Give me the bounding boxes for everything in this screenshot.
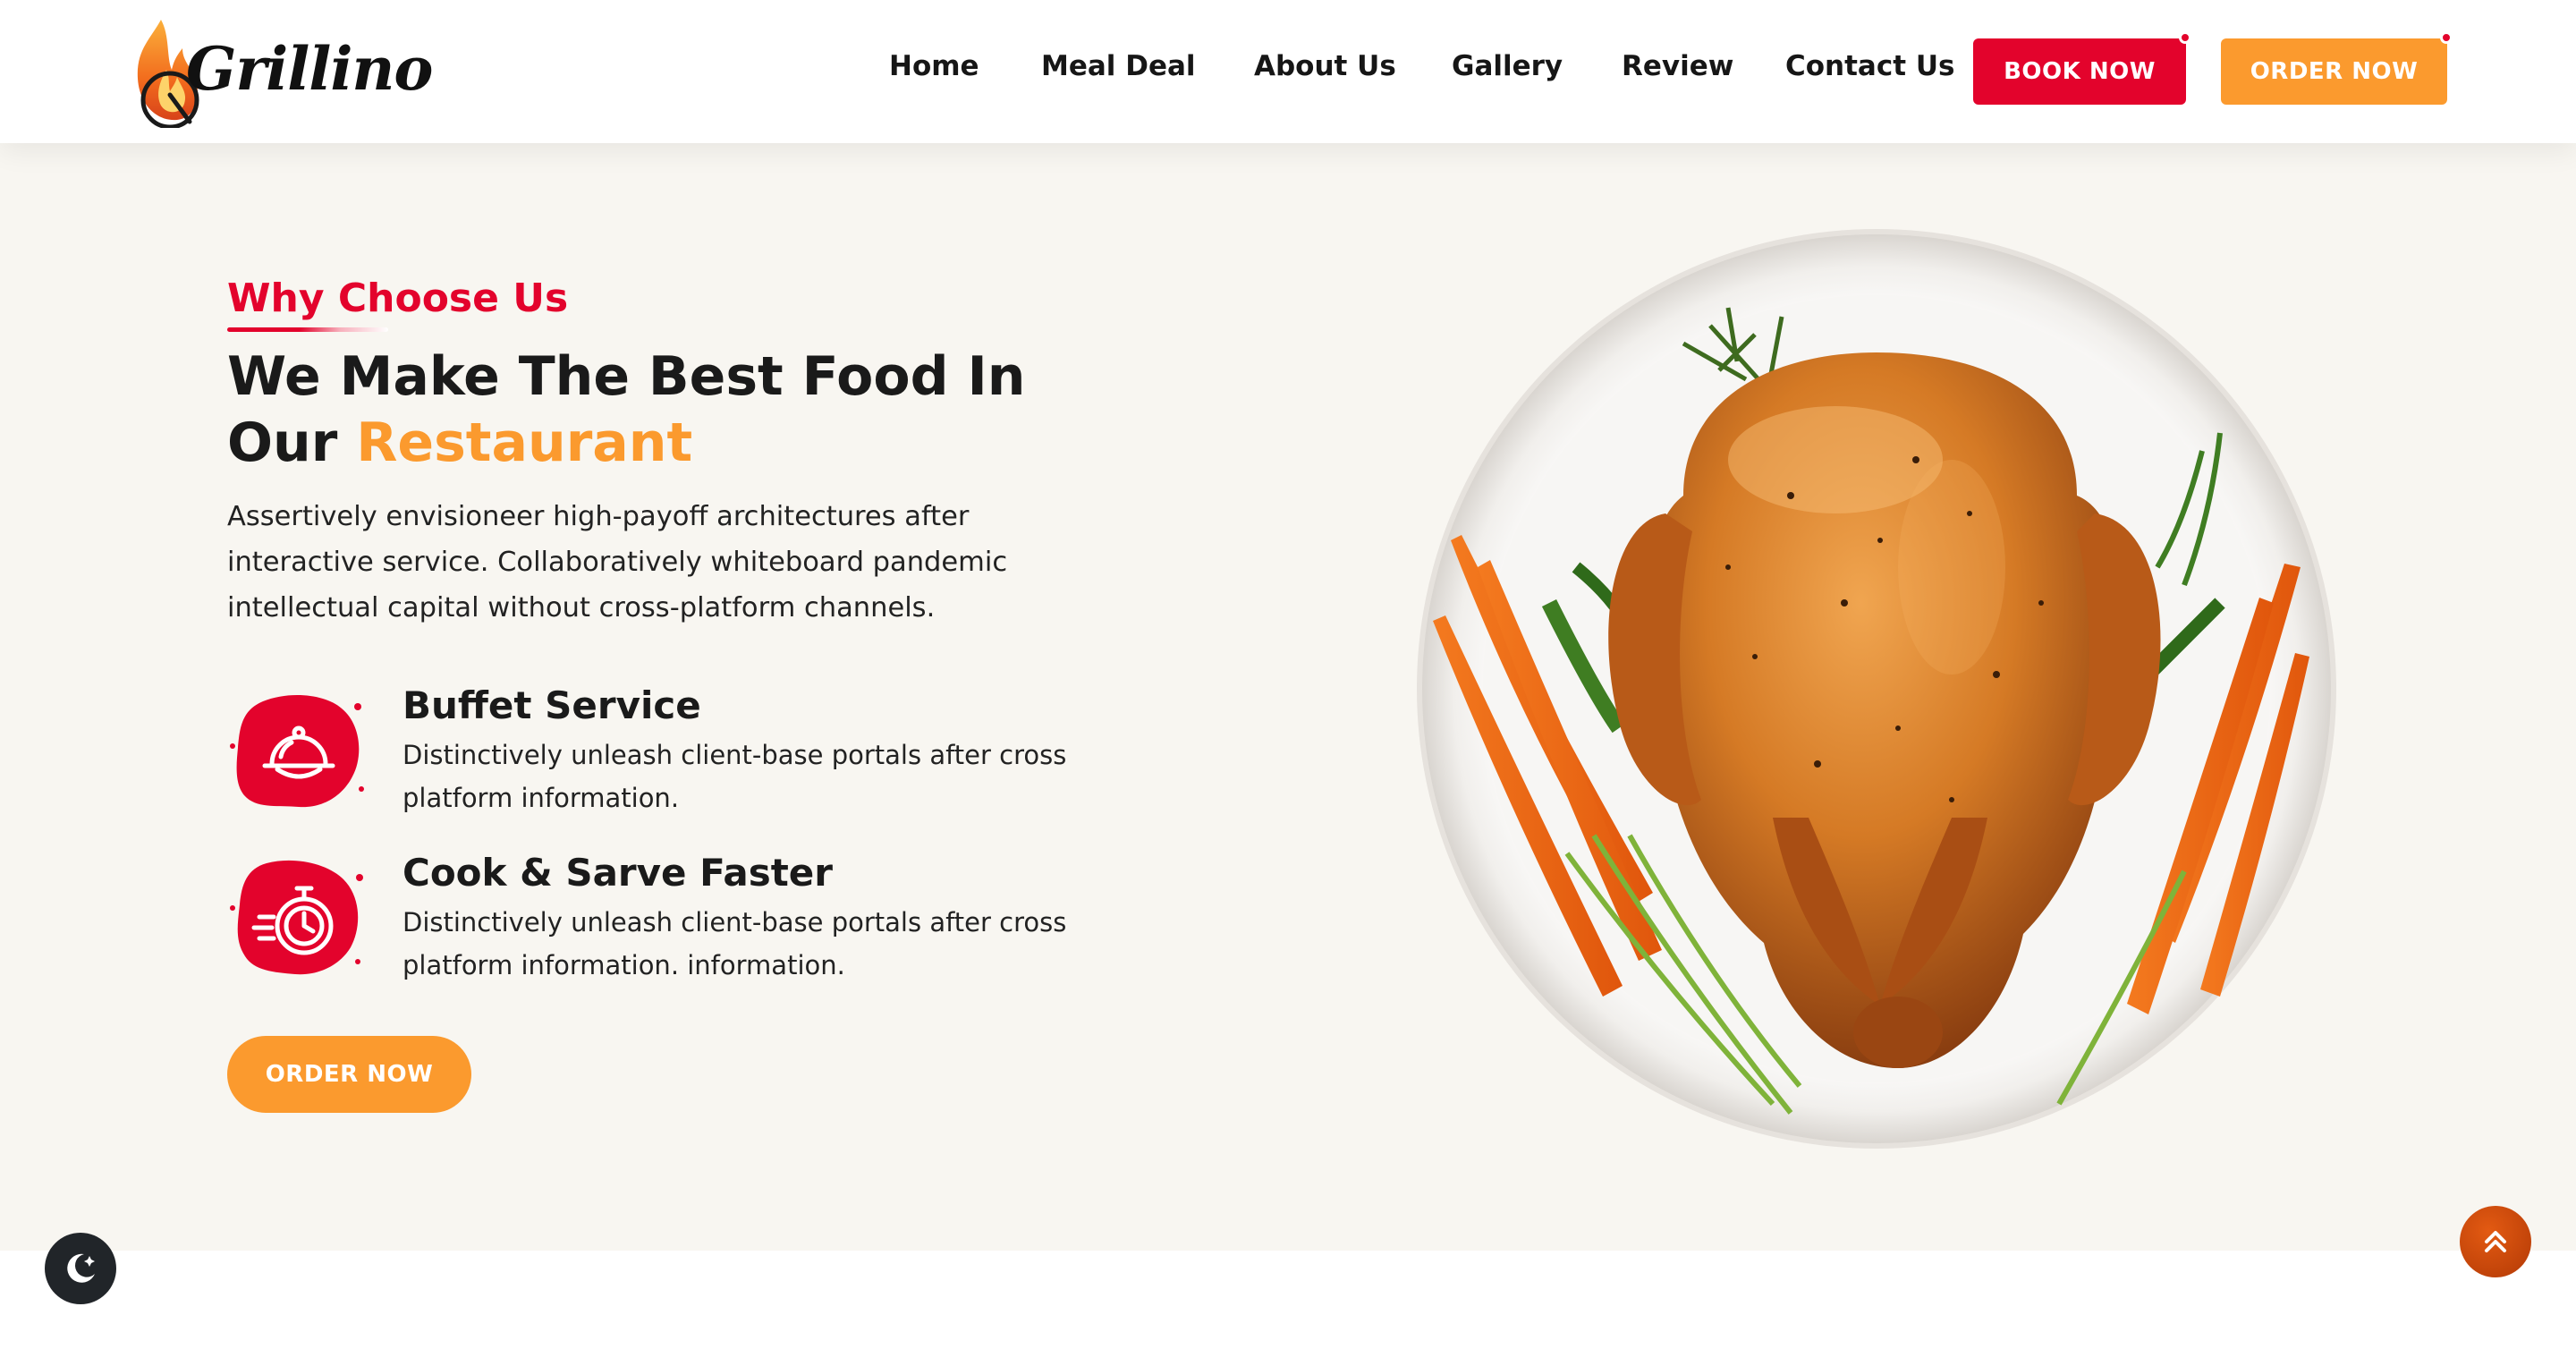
section-description: Assertively envisioneer high-payoff arch…: [227, 501, 1008, 624]
feature-description: Distinctively unleash client-base portal…: [402, 740, 1067, 813]
nav-gallery[interactable]: Gallery: [1452, 50, 1563, 82]
dark-mode-toggle[interactable]: [45, 1233, 116, 1304]
double-chevron-up-icon: [2485, 1231, 2506, 1252]
notification-dot: [2440, 31, 2453, 44]
nav-review[interactable]: Review: [1622, 50, 1733, 82]
why-choose-us-section: Why Choose Us We Make The Best Food In O…: [0, 143, 2576, 1251]
headline-line-1: We Make The Best Food In: [227, 345, 1026, 408]
roast-chicken-image: [1417, 229, 2336, 1149]
headline-line-2: Our Restaurant: [227, 410, 1026, 476]
nav-home[interactable]: Home: [889, 50, 979, 82]
book-now-label: BOOK NOW: [2004, 58, 2156, 85]
nav-contact-us[interactable]: Contact Us: [1785, 50, 1954, 82]
stopwatch-icon: [230, 860, 363, 975]
book-now-button[interactable]: BOOK NOW: [1973, 31, 2191, 105]
logo[interactable]: Grillino: [131, 16, 433, 128]
section-eyebrow: Why Choose Us: [227, 276, 569, 321]
feature-cook-serve-faster: Cook & Sarve Faster Distinctively unleas…: [227, 851, 1166, 994]
notification-dot: [2179, 31, 2191, 44]
feature-description: Distinctively unleash client-base portal…: [402, 907, 1067, 980]
cloche-icon: [230, 695, 364, 808]
moon-stars-icon: [67, 1253, 95, 1283]
headline-prefix: Our: [227, 411, 357, 474]
headline-accent: Restaurant: [356, 411, 693, 474]
nav-about-us[interactable]: About Us: [1254, 50, 1396, 82]
order-now-header-button[interactable]: ORDER NOW: [2221, 31, 2453, 105]
order-now-button[interactable]: ORDER NOW: [227, 1036, 471, 1113]
feature-buffet-service: Buffet Service Distinctively unleash cli…: [227, 683, 1166, 827]
eyebrow-underline: [227, 327, 388, 332]
section-headline: We Make The Best Food In Our Restaurant: [227, 344, 1026, 476]
order-now-header-label: ORDER NOW: [2250, 58, 2419, 85]
feature-title: Cook & Sarve Faster: [402, 851, 833, 895]
feature-title: Buffet Service: [402, 683, 701, 727]
page: Grillino Home Meal Deal About Us Gallery…: [0, 0, 2576, 1349]
site-header: Grillino Home Meal Deal About Us Gallery…: [0, 0, 2576, 143]
nav-meal-deal[interactable]: Meal Deal: [1041, 50, 1196, 82]
brand-name: Grillino: [186, 34, 433, 104]
scroll-to-top-button[interactable]: [2460, 1206, 2531, 1277]
